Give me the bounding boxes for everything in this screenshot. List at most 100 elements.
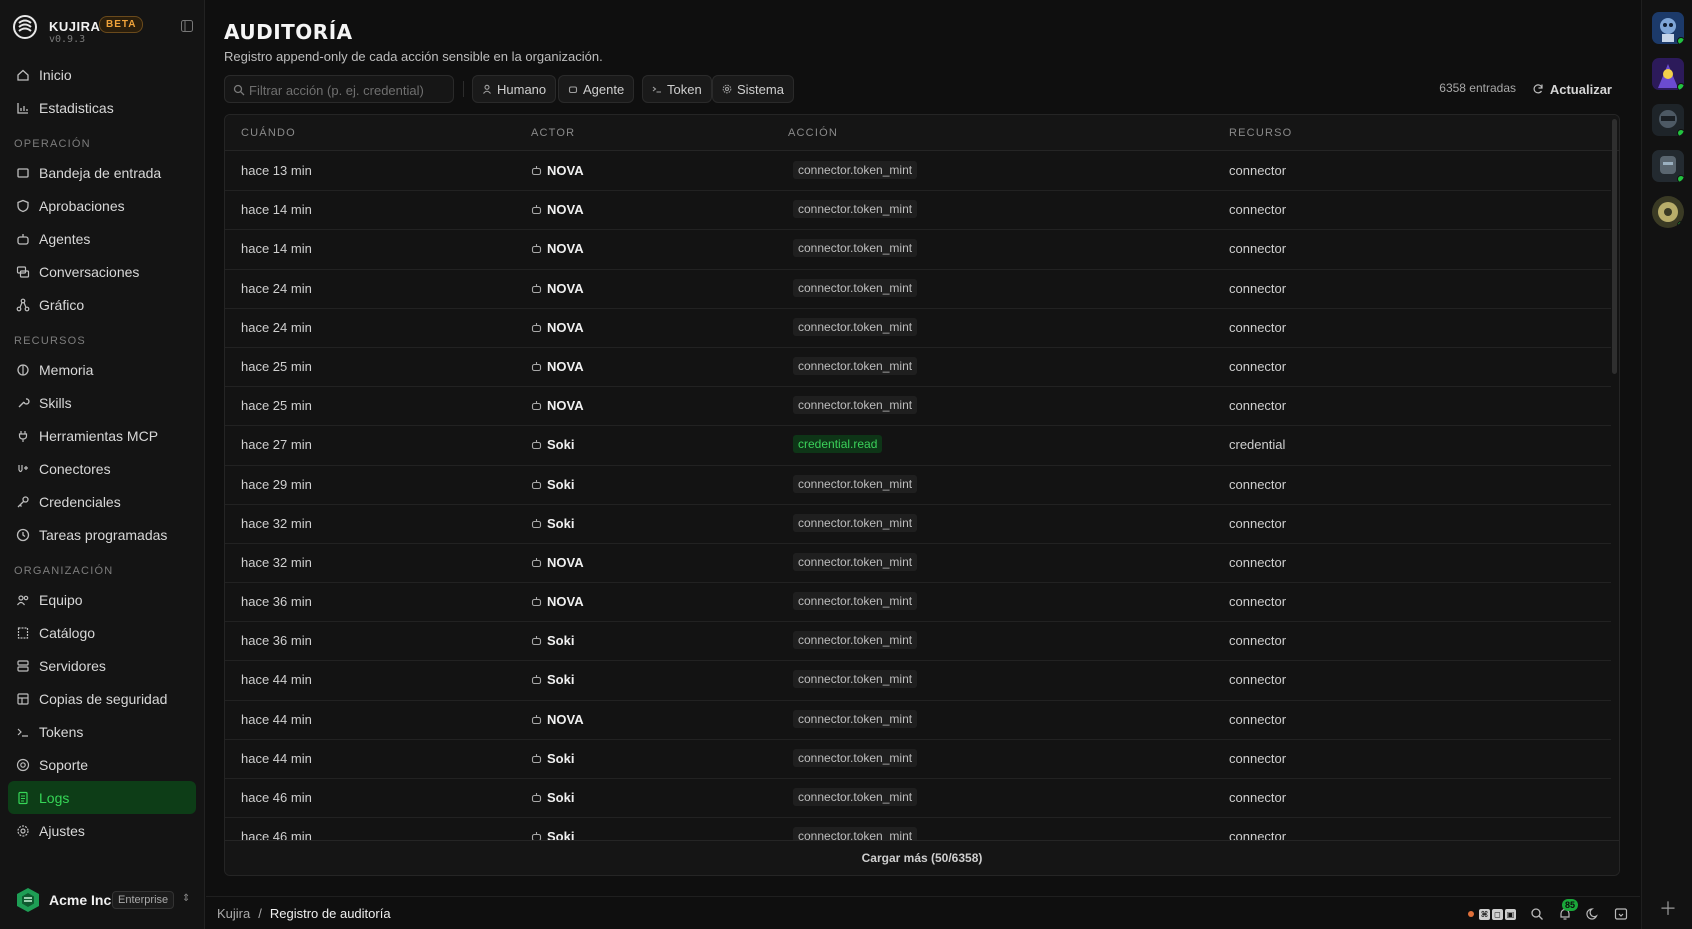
- connection-status[interactable]: ⌘ ◻ ▣: [1468, 908, 1516, 920]
- table-row[interactable]: hace 14 min NOVA connector.token_mint conne…: [225, 230, 1611, 270]
- collapse-sidebar-icon[interactable]: [180, 19, 194, 33]
- agent-avatar[interactable]: [1652, 58, 1684, 90]
- load-more-button[interactable]: Cargar más (50/6358): [225, 840, 1619, 875]
- sidebar-item-copias[interactable]: Copias de seguridad: [8, 682, 196, 715]
- table-row[interactable]: hace 24 min NOVA connector.token_mint conne…: [225, 270, 1611, 309]
- sidebar-item-label: Inicio: [39, 66, 72, 83]
- cell-when: hace 14 min: [241, 202, 312, 218]
- sidebar-item-equipo[interactable]: Equipo: [8, 583, 196, 616]
- sidebar-item-inicio[interactable]: Inicio: [8, 58, 196, 91]
- search-box[interactable]: [224, 75, 454, 103]
- actor-name: NOVA: [547, 398, 584, 414]
- moon-icon[interactable]: [1586, 907, 1600, 921]
- search-input[interactable]: [249, 80, 449, 100]
- sidebar-item-label: Conversaciones: [39, 263, 140, 280]
- clock-icon: [16, 528, 30, 542]
- beta-badge: BETA: [99, 16, 144, 33]
- table-row[interactable]: hace 32 min Soki connector.token_mint conne…: [225, 505, 1611, 544]
- column-header-cuando[interactable]: CUÁNDO: [241, 127, 296, 139]
- table-row[interactable]: hace 36 min NOVA connector.token_mint conne…: [225, 583, 1611, 623]
- add-agent-icon[interactable]: ＋: [1659, 895, 1677, 921]
- sidebar-item-logs[interactable]: Logs: [8, 781, 196, 814]
- sidebar-item-agentes[interactable]: Agentes: [8, 222, 196, 255]
- column-header-recurso[interactable]: RECURSO: [1229, 127, 1292, 139]
- sidebar-item-credenciales[interactable]: Credenciales: [8, 485, 196, 518]
- sidebar-item-catalogo[interactable]: Catálogo: [8, 616, 196, 649]
- table-row[interactable]: hace 46 min Soki connector.token_mint conne…: [225, 779, 1611, 819]
- table-row[interactable]: hace 36 min Soki connector.token_mint conne…: [225, 622, 1611, 662]
- section-title: ORGANIZACIÓN: [14, 565, 114, 577]
- table-row[interactable]: hace 25 min NOVA connector.token_mint conne…: [225, 348, 1611, 388]
- search-icon: [233, 84, 245, 96]
- chevron-updown-icon: ⇕: [182, 893, 191, 904]
- agent-avatar[interactable]: [1652, 104, 1684, 136]
- table-row[interactable]: hace 27 min Soki credential.read credential: [225, 426, 1611, 466]
- filter-sistema[interactable]: Sistema: [712, 75, 794, 103]
- sidebar-item-estadisticas[interactable]: Estadisticas: [8, 91, 196, 124]
- cell-action: connector.token_mint: [793, 788, 918, 806]
- refresh-button[interactable]: Actualizar: [1532, 75, 1612, 103]
- notification-count-badge: 85: [1562, 899, 1579, 911]
- terminal-icon: [16, 725, 30, 739]
- org-name: Acme Inc: [49, 892, 112, 908]
- actor-name: NOVA: [547, 280, 584, 296]
- notifications-icon[interactable]: 85: [1558, 899, 1579, 921]
- table-row[interactable]: hace 44 min Soki connector.token_mint conne…: [225, 661, 1611, 701]
- sidebar-item-label: Aprobaciones: [39, 197, 125, 214]
- org-switcher[interactable]: Acme Inc Enterprise ⇕: [12, 884, 197, 916]
- brand[interactable]: KUJIRA BETA v0.9.3: [12, 10, 197, 46]
- bot-icon: [531, 792, 542, 803]
- filter-humano[interactable]: Humano: [472, 75, 557, 103]
- bot-icon: [531, 439, 542, 450]
- column-header-accion[interactable]: ACCIÓN: [788, 127, 838, 139]
- table-row[interactable]: hace 24 min NOVA connector.token_mint conne…: [225, 309, 1611, 348]
- table-row[interactable]: hace 14 min NOVA connector.token_mint conne…: [225, 191, 1611, 231]
- table-row[interactable]: hace 13 min NOVA connector.token_mint conne…: [225, 152, 1611, 192]
- sidebar-item-tareas[interactable]: Tareas programadas: [8, 518, 196, 551]
- bot-icon: [531, 479, 542, 490]
- sidebar-item-herramientas-mcp[interactable]: Herramientas MCP: [8, 419, 196, 452]
- table-row[interactable]: hace 25 min NOVA connector.token_mint conne…: [225, 387, 1611, 427]
- search-icon[interactable]: [1530, 907, 1544, 921]
- table-row[interactable]: hace 44 min Soki connector.token_mint conne…: [225, 740, 1611, 779]
- filter-agente[interactable]: Agente: [558, 75, 635, 103]
- user-icon: [482, 84, 492, 94]
- sidebar-item-grafico[interactable]: Gráfico: [8, 288, 196, 321]
- table-scrollbar[interactable]: [1612, 119, 1617, 374]
- table-row[interactable]: hace 46 min Soki connector.token_mint conne…: [225, 818, 1611, 842]
- filter-token[interactable]: Token: [642, 75, 712, 103]
- cell-when: hace 46 min: [241, 790, 312, 805]
- sidebar-item-memoria[interactable]: Memoria: [8, 353, 196, 386]
- table-row[interactable]: hace 44 min NOVA connector.token_mint conne…: [225, 701, 1611, 740]
- agent-rail: ＋: [1641, 0, 1692, 929]
- panel-toggle-icon[interactable]: [1614, 907, 1628, 921]
- actor-name: NOVA: [547, 711, 584, 727]
- sidebar-item-skills[interactable]: Skills: [8, 386, 196, 419]
- sidebar-item-ajustes[interactable]: Ajustes: [8, 814, 196, 847]
- sidebar-item-soporte[interactable]: Soporte: [8, 748, 196, 781]
- actor-name: Soki: [547, 672, 575, 688]
- agent-avatar[interactable]: [1652, 150, 1684, 182]
- cell-when: hace 44 min: [241, 750, 312, 766]
- table-row[interactable]: hace 29 min Soki connector.token_mint conne…: [225, 466, 1611, 505]
- sidebar-item-servidores[interactable]: Servidores: [8, 649, 196, 682]
- sidebar-item-label: Credenciales: [39, 493, 121, 510]
- table-row[interactable]: hace 32 min NOVA connector.token_mint conne…: [225, 544, 1611, 584]
- agent-avatar[interactable]: [1652, 196, 1684, 228]
- cell-when: hace 25 min: [241, 358, 312, 374]
- sidebar-item-aprobaciones[interactable]: Aprobaciones: [8, 189, 196, 222]
- sidebar-item-bandeja[interactable]: Bandeja de entrada: [8, 156, 196, 189]
- breadcrumb-item[interactable]: Kujira: [217, 906, 250, 921]
- sidebar-item-tokens[interactable]: Tokens: [8, 715, 196, 748]
- sidebar-item-conversaciones[interactable]: Conversaciones: [8, 255, 196, 288]
- cell-action: connector.token_mint: [793, 200, 918, 219]
- cell-actor: NOVA: [531, 241, 584, 256]
- column-header-actor[interactable]: ACTOR: [531, 127, 575, 139]
- cell-resource: connector: [1229, 163, 1287, 178]
- actor-name: Soki: [547, 633, 575, 649]
- agent-avatar[interactable]: [1652, 12, 1684, 44]
- backup-icon: [16, 692, 30, 706]
- sidebar-item-conectores[interactable]: Conectores: [8, 452, 196, 485]
- cell-actor: NOVA: [531, 202, 584, 217]
- actor-name: Soki: [547, 790, 575, 805]
